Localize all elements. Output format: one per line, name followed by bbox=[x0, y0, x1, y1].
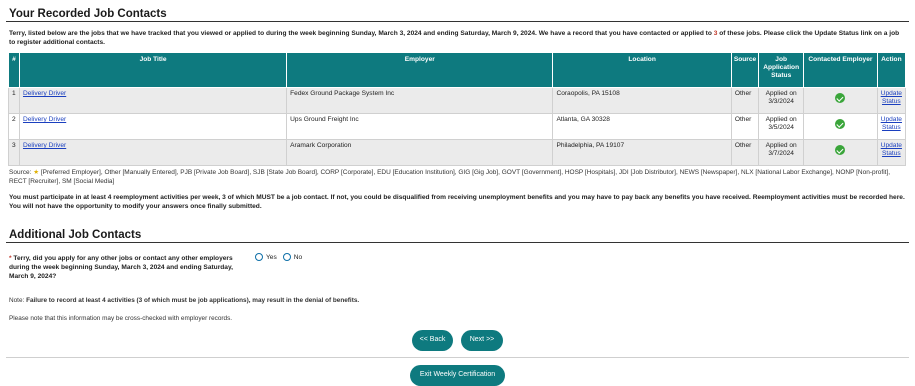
job-title-link[interactable]: Delivery Driver bbox=[23, 116, 66, 123]
job-title-cell: Delivery Driver bbox=[18, 139, 288, 166]
action-cell: Update Status bbox=[876, 87, 907, 114]
update-status-link[interactable]: Update Status bbox=[881, 142, 902, 157]
location-cell: Atlanta, GA 30328 bbox=[552, 113, 732, 140]
table-row: 3 Delivery Driver Aramark Corporation Ph… bbox=[8, 139, 907, 166]
additional-contacts-title: Additional Job Contacts bbox=[9, 229, 142, 241]
legend-text: [Preferred Employer], Other [Manually En… bbox=[9, 169, 891, 185]
update-status-link[interactable]: Update Status bbox=[881, 116, 902, 131]
radio-yes[interactable]: Yes bbox=[255, 253, 277, 261]
employer-cell: Ups Ground Freight Inc bbox=[286, 113, 554, 140]
contacted-cell bbox=[803, 139, 878, 166]
col-header-location: Location bbox=[552, 52, 732, 88]
table-row: 2 Delivery Driver Ups Ground Freight Inc… bbox=[8, 113, 907, 140]
check-circle-icon bbox=[835, 93, 846, 103]
legend-prefix: Source: bbox=[9, 169, 32, 176]
additional-contacts-question: * Terry, did you apply for any other job… bbox=[9, 254, 254, 281]
action-cell: Update Status bbox=[876, 139, 907, 166]
employer-cell: Fedex Ground Package System Inc bbox=[286, 87, 554, 114]
recorded-contacts-title: Your Recorded Job Contacts bbox=[9, 8, 167, 20]
intro-text-start: Terry, listed below are the jobs that we… bbox=[9, 30, 714, 37]
crosscheck-note: Please note that this information may be… bbox=[9, 315, 233, 322]
status-cell: Applied on 3/7/2024 bbox=[758, 139, 805, 166]
col-header-source: Source bbox=[730, 52, 760, 88]
radio-circle-icon[interactable] bbox=[255, 253, 263, 261]
note-text: Failure to record at least 4 activities … bbox=[26, 297, 360, 304]
table-header-row: # Job Title Employer Location Source Job… bbox=[8, 52, 907, 88]
source-cell: Other bbox=[730, 139, 760, 166]
warning-text-start: You must participate in at least 4 reemp… bbox=[9, 194, 393, 201]
job-title-cell: Delivery Driver bbox=[18, 87, 288, 114]
participation-warning: You must participate in at least 4 reemp… bbox=[9, 193, 907, 211]
star-icon: ★ bbox=[33, 169, 40, 176]
location-cell: Coraopolis, PA 15108 bbox=[552, 87, 732, 114]
radio-no[interactable]: No bbox=[282, 253, 303, 261]
additional-contacts-radio-group: Yes No bbox=[255, 253, 302, 261]
intro-text: Terry, listed below are the jobs that we… bbox=[9, 29, 907, 47]
radio-yes-label: Yes bbox=[266, 253, 277, 261]
footer-divider bbox=[6, 357, 909, 358]
row-number: 1 bbox=[8, 87, 20, 114]
job-title-link[interactable]: Delivery Driver bbox=[23, 90, 66, 97]
table-row: 1 Delivery Driver Fedex Ground Package S… bbox=[8, 87, 907, 114]
radio-no-label: No bbox=[293, 253, 303, 261]
status-cell: Applied on 3/5/2024 bbox=[758, 113, 805, 140]
note-label: Note: bbox=[9, 297, 25, 304]
source-cell: Other bbox=[730, 113, 760, 140]
radio-circle-icon[interactable] bbox=[282, 253, 291, 261]
location-cell: Philadelphia, PA 19107 bbox=[552, 139, 732, 166]
additional-divider bbox=[6, 242, 909, 243]
question-text: Terry, did you apply for any other jobs … bbox=[9, 255, 233, 280]
employer-cell: Aramark Corporation bbox=[286, 139, 554, 166]
job-title-cell: Delivery Driver bbox=[18, 113, 288, 140]
source-legend: Source: ★ [Preferred Employer], Other [M… bbox=[9, 168, 907, 186]
col-header-status: Job Application Status bbox=[758, 52, 805, 88]
job-contacts-table: # Job Title Employer Location Source Job… bbox=[8, 52, 907, 166]
action-cell: Update Status bbox=[876, 113, 907, 140]
col-header-job-title: Job Title bbox=[18, 52, 288, 88]
exit-certification-button[interactable]: Exit Weekly Certification bbox=[410, 365, 505, 386]
check-circle-icon bbox=[835, 119, 846, 129]
col-header-employer: Employer bbox=[286, 52, 554, 88]
status-cell: Applied on 3/3/2024 bbox=[758, 87, 805, 114]
contacted-cell bbox=[803, 87, 878, 114]
failure-note: Note: Failure to record at least 4 activ… bbox=[9, 297, 359, 304]
check-circle-icon bbox=[835, 145, 846, 155]
next-button[interactable]: Next >> bbox=[461, 330, 503, 351]
source-cell: Other bbox=[730, 87, 760, 114]
title-divider bbox=[6, 21, 909, 22]
row-number: 2 bbox=[8, 113, 20, 140]
col-header-num: # bbox=[8, 52, 20, 88]
required-marker: * bbox=[9, 255, 12, 262]
back-button[interactable]: << Back bbox=[412, 330, 453, 351]
col-header-action: Action bbox=[876, 52, 907, 88]
job-title-link[interactable]: Delivery Driver bbox=[23, 142, 66, 149]
update-status-link[interactable]: Update Status bbox=[881, 90, 902, 105]
warning-emphasis: disqualified from receiving unemployment… bbox=[392, 194, 553, 201]
col-header-contacted: Contacted Employer bbox=[803, 52, 878, 88]
contacted-cell bbox=[803, 113, 878, 140]
row-number: 3 bbox=[8, 139, 20, 166]
